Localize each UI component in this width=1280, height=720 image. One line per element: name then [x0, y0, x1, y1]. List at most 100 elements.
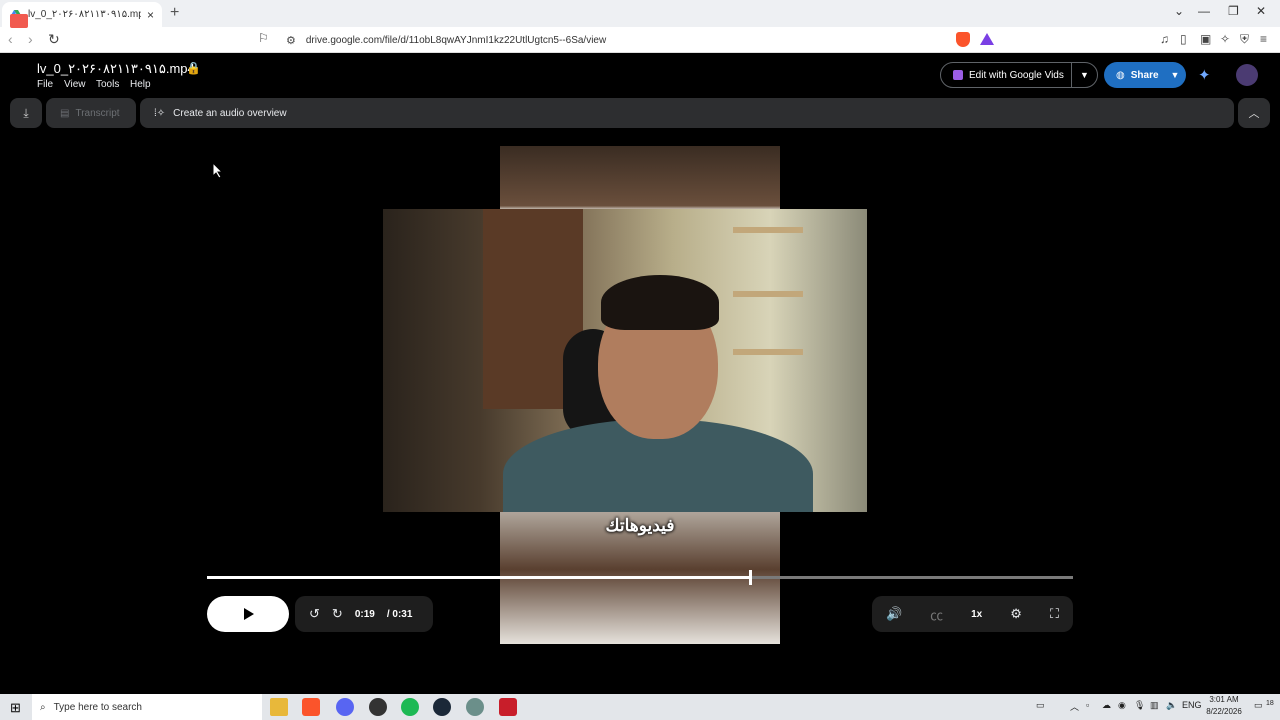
keyboard-icon[interactable]: ▭	[1036, 700, 1045, 711]
vpn-icon[interactable]: ⛨	[1240, 32, 1249, 47]
fullscreen-icon[interactable]: ⛶	[1050, 606, 1059, 622]
avatar[interactable]	[1236, 64, 1258, 86]
close-window-button[interactable]: ✕	[1256, 4, 1266, 18]
menu-tools[interactable]: Tools	[96, 79, 119, 90]
seek-handle[interactable]	[748, 570, 752, 585]
discord-icon[interactable]	[336, 698, 354, 716]
network-icon[interactable]: ▥	[1150, 700, 1159, 711]
speaker-icon[interactable]: 🔈	[1166, 700, 1177, 711]
discord-tray-icon[interactable]: ◉	[1118, 700, 1126, 711]
video-file-icon	[10, 14, 28, 28]
wallet-icon[interactable]: ▣	[1200, 32, 1211, 46]
playback-controls: ↺ ↻ 0:19 / 0:31	[295, 596, 433, 632]
forward-10-icon[interactable]: ↻	[332, 606, 343, 622]
new-tab-button[interactable]: +	[170, 4, 179, 22]
brave-shield-icon[interactable]	[956, 32, 970, 47]
clock-time: 3:01 AM	[1209, 695, 1239, 704]
brave-rewards-icon[interactable]	[980, 33, 994, 45]
google-vids-icon	[953, 70, 963, 80]
tab-title: lv_0_۲۰۲۶۰۸۲۱۱۳۰۹۱۵.mp4 - Google	[28, 9, 141, 20]
browser-tabstrip: lv_0_۲۰۲۶۰۸۲۱۱۳۰۹۱۵.mp4 - Google × + ⌄ —…	[0, 0, 1280, 27]
rewind-10-icon[interactable]: ↺	[309, 606, 320, 622]
share-button[interactable]: ◍ Share ▼	[1104, 62, 1186, 88]
volume-icon[interactable]: 🔊	[886, 606, 902, 622]
reload-icon[interactable]: ↻	[48, 31, 60, 48]
spotify-icon[interactable]	[401, 698, 419, 716]
gemini-icon[interactable]: ✦	[1198, 66, 1211, 84]
collapse-button[interactable]: ︿	[1238, 98, 1270, 128]
edit-with-vids-button[interactable]: Edit with Google Vids ▼	[940, 62, 1098, 88]
share-dropdown-icon[interactable]: ▼	[1164, 70, 1186, 80]
leo-ai-icon[interactable]: ✧	[1220, 32, 1230, 46]
tray-app-icon[interactable]: ▫	[1086, 700, 1089, 710]
seek-bar-fill	[207, 576, 750, 579]
restore-button[interactable]: ❐	[1228, 4, 1239, 18]
shelf-shape	[733, 349, 803, 355]
url-text: drive.google.com/file/d/11obL8qwAYJnmI1k…	[305, 34, 607, 46]
transcript-label: Transcript	[75, 107, 120, 119]
audio-overview-label: Create an audio overview	[173, 107, 287, 119]
edit-with-vids-label: Edit with Google Vids	[969, 69, 1064, 81]
search-icon: ⌕	[40, 701, 46, 713]
site-settings-icon[interactable]: ⚙	[286, 34, 296, 47]
menu-help[interactable]: Help	[130, 79, 151, 90]
share-label: Share	[1130, 69, 1159, 81]
globe-icon: ◍	[1116, 69, 1125, 81]
address-bar[interactable]: ⚙ drive.google.com/file/d/11obL8qwAYJnmI…	[280, 30, 1000, 50]
sidebar-icon[interactable]: ▯	[1180, 32, 1187, 46]
video-player[interactable]: فيديوهاتك ↺ ↻ 0:19 / 0:31 🔊 ㏄ 1x ⚙ ⛶	[196, 146, 1084, 644]
speed-button[interactable]: 1x	[971, 609, 982, 620]
tab-close-icon[interactable]: ×	[147, 8, 154, 22]
back-icon[interactable]: ‹	[8, 31, 13, 47]
duration: / 0:31	[386, 608, 413, 620]
media-icon[interactable]: ♫	[1160, 32, 1169, 46]
app-icon[interactable]	[466, 698, 484, 716]
audio-wave-icon: ⁞✧	[154, 107, 166, 119]
audio-overview-button[interactable]: ⁞✧ Create an audio overview	[140, 98, 1234, 128]
menu-file[interactable]: File	[37, 79, 53, 90]
file-name: lv_0_۲۰۲۶۰۸۲۱۱۳۰۹۱۵.mp4	[37, 61, 195, 76]
obs-icon[interactable]	[369, 698, 387, 716]
steam-icon[interactable]	[433, 698, 451, 716]
brave-browser-icon[interactable]	[302, 698, 320, 716]
app-red-icon[interactable]	[499, 698, 517, 716]
windows-start-icon[interactable]: ⊞	[10, 700, 21, 716]
search-placeholder: Type here to search	[53, 701, 142, 713]
menu-icon[interactable]: ≡	[1260, 32, 1267, 46]
language-indicator[interactable]: ENG	[1182, 700, 1202, 710]
microphone-icon[interactable]: 🎙	[1134, 700, 1145, 711]
transcript-icon: ▤	[60, 107, 70, 119]
tray-expand-icon[interactable]: ︿	[1070, 700, 1079, 713]
notification-count: 18	[1266, 700, 1274, 707]
download-icon: ⤓	[23, 105, 29, 120]
file-explorer-icon[interactable]	[270, 698, 288, 716]
tabs-dropdown-icon[interactable]: ⌄	[1174, 4, 1184, 18]
video-subtitle: فيديوهاتك	[605, 516, 675, 535]
person-hair-shape	[601, 275, 719, 330]
onedrive-icon[interactable]: ☁	[1102, 700, 1111, 711]
captions-icon[interactable]: ㏄	[930, 605, 943, 624]
notification-icon[interactable]: ▭	[1254, 700, 1263, 711]
taskbar-search[interactable]: ⌕ Type here to search	[32, 694, 262, 720]
taskbar-clock[interactable]: 3:01 AM 8/22/2026	[1200, 694, 1248, 718]
play-button[interactable]	[207, 596, 289, 632]
video-frame	[383, 209, 867, 512]
current-time: 0:19	[354, 608, 375, 620]
forward-icon[interactable]: ›	[28, 31, 33, 47]
settings-gear-icon[interactable]: ⚙	[1010, 606, 1022, 622]
download-button[interactable]: ⤓	[10, 98, 42, 128]
locked-icon: 🔒	[186, 61, 201, 75]
menu-view[interactable]: View	[64, 79, 86, 90]
mouse-cursor-icon	[213, 163, 223, 178]
bookmark-icon[interactable]: ⚐	[258, 31, 269, 45]
clock-date: 8/22/2026	[1206, 707, 1242, 716]
vids-dropdown-icon[interactable]: ▼	[1071, 63, 1097, 87]
browser-toolbar: ‹ › ↻ ⚐ ⚙ drive.google.com/file/d/11obL8…	[0, 27, 1280, 53]
transcript-button[interactable]: ▤ Transcript	[46, 98, 136, 128]
seek-bar[interactable]	[207, 570, 1073, 585]
shelf-shape	[733, 291, 803, 297]
windows-taskbar: ⊞ ⌕ Type here to search ▭ ︿ ▫ ☁ ◉ 🎙 ▥ 🔈 …	[0, 694, 1280, 720]
chevron-up-icon: ︿	[1248, 108, 1260, 120]
minimize-button[interactable]: —	[1198, 4, 1210, 18]
play-icon	[244, 608, 254, 620]
